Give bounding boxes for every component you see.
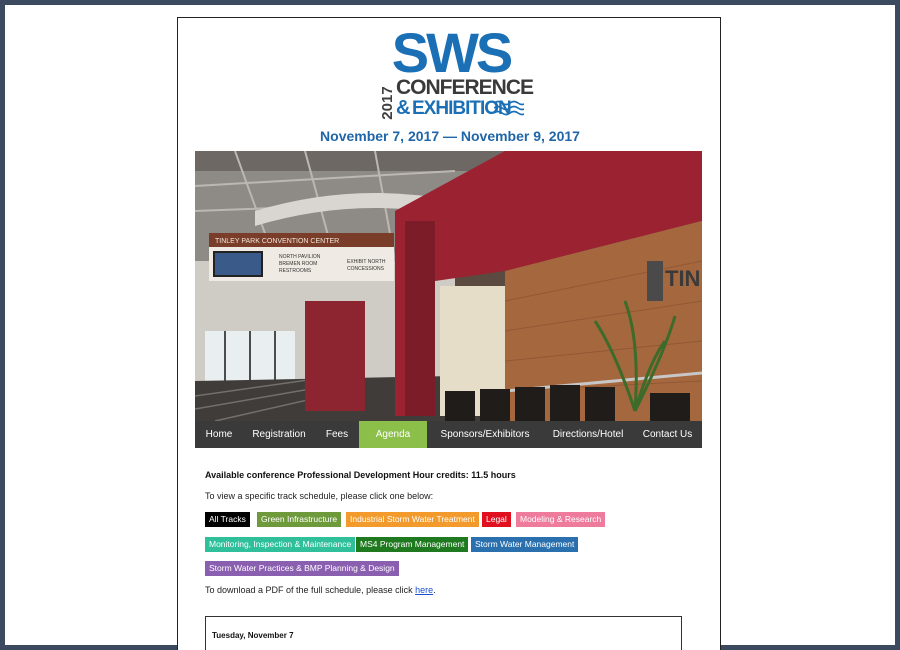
sign-right-1: EXHIBIT NORTH (347, 259, 386, 265)
sign-venue: TINLEY PARK CONVENTION CENTER (215, 238, 339, 245)
nav-agenda[interactable]: Agenda (359, 421, 427, 448)
nav-contact-us[interactable]: Contact Us (633, 421, 702, 448)
track-monitoring-inspection[interactable]: Monitoring, Inspection & Maintenance (205, 537, 356, 552)
email-page: SWS 2017 CONFERENCE & EXHIBITION Novembe… (177, 17, 721, 650)
track-bmp-planning-design[interactable]: Storm Water Practices & BMP Planning & D… (205, 561, 399, 576)
nav-fees[interactable]: Fees (315, 421, 359, 448)
sign-left-2: BREMEN ROOM (279, 261, 317, 267)
download-prefix: To download a PDF of the full schedule, … (205, 585, 416, 595)
schedule-box: Tuesday, November 7 (205, 616, 682, 650)
track-industrial-storm-water[interactable]: Industrial Storm Water Treatment (346, 512, 479, 527)
logo-year: 2017 (379, 86, 396, 120)
main-nav: Home Registration Fees Agenda Sponsors/E… (195, 421, 702, 448)
track-ms4-program[interactable]: MS4 Program Management (356, 537, 469, 552)
pdh-credits: Available conference Professional Develo… (205, 470, 516, 480)
sign-left-1: NORTH PAVILION (279, 254, 321, 260)
nav-home[interactable]: Home (195, 421, 243, 448)
waves-icon (494, 100, 524, 116)
sws-conference-logo: SWS 2017 CONFERENCE & EXHIBITION (376, 21, 534, 121)
nav-sponsors-exhibitors[interactable]: Sponsors/Exhibitors (427, 421, 543, 448)
nav-directions-hotel[interactable]: Directions/Hotel (543, 421, 633, 448)
download-suffix: . (433, 585, 436, 595)
download-here-link[interactable]: here (415, 585, 433, 595)
track-legal[interactable]: Legal (482, 512, 511, 527)
track-instruction: To view a specific track schedule, pleas… (205, 491, 434, 501)
schedule-day-heading: Tuesday, November 7 (212, 631, 294, 640)
logo-conference: CONFERENCE (396, 76, 534, 99)
pdf-download-line: To download a PDF of the full schedule, … (205, 585, 685, 599)
track-all-tracks[interactable]: All Tracks (205, 512, 250, 527)
logo-exhibition: EXHIBITION (412, 98, 512, 119)
sign-left-3: RESTROOMS (279, 268, 312, 274)
hero-photo: TINLEY PARK CONVENTION CENTER NORTH PAVI… (195, 151, 702, 421)
track-green-infrastructure[interactable]: Green Infrastructure (257, 512, 342, 527)
logo-brand: SWS (391, 21, 514, 84)
track-modeling-research[interactable]: Modeling & Research (516, 512, 606, 527)
conference-dates: November 7, 2017 — November 9, 2017 (320, 128, 580, 144)
nav-registration[interactable]: Registration (243, 421, 315, 448)
sign-right-2: CONCESSIONS (347, 266, 385, 272)
wall-letters: TIN (665, 266, 700, 291)
convention-center-illustration: TINLEY PARK CONVENTION CENTER NORTH PAVI… (195, 151, 702, 421)
track-storm-water-management[interactable]: Storm Water Management (471, 537, 579, 552)
